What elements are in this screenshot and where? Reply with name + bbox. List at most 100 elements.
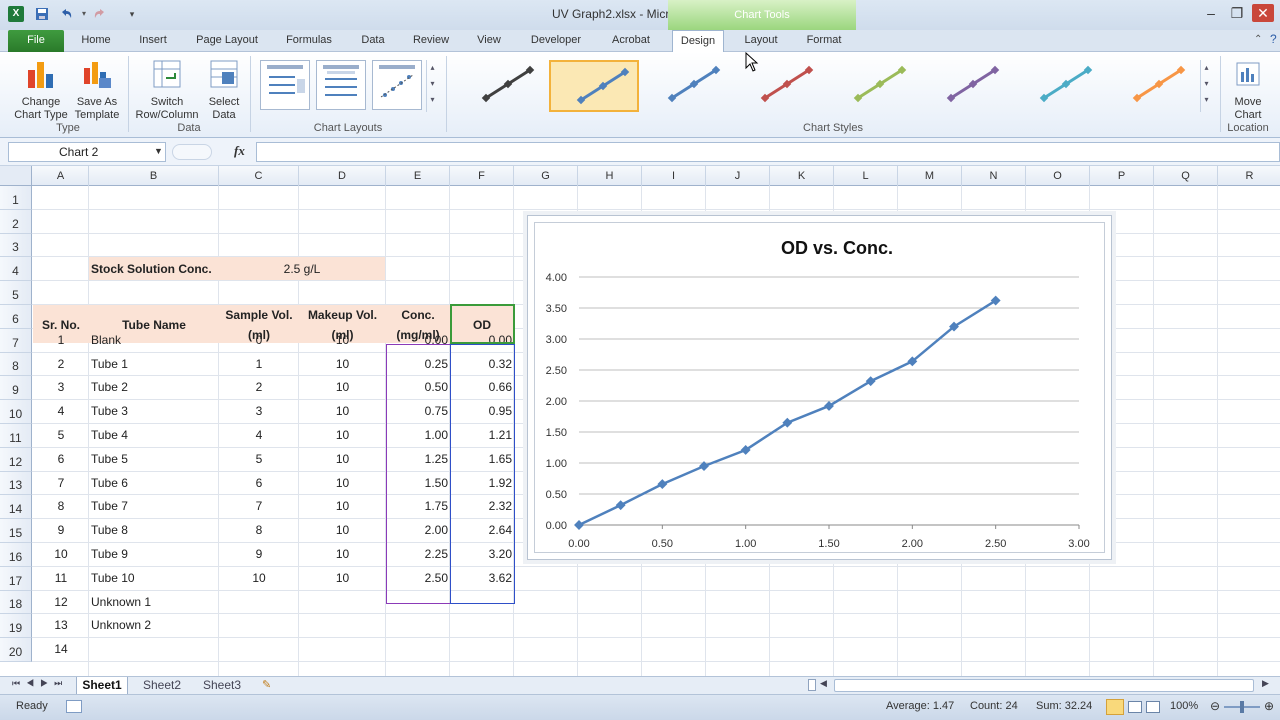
cell-makeup-vol[interactable]: 10	[299, 476, 386, 490]
cell-tube-name[interactable]: Tube 5	[91, 452, 219, 466]
zoom-in-icon[interactable]: ⊕	[1264, 699, 1274, 713]
y-tick-label: 4.00	[546, 272, 567, 284]
y-tick-label: 1.50	[546, 427, 567, 439]
cell-tube-name[interactable]: Tube 6	[91, 476, 219, 490]
cell-sr-no[interactable]: 10	[33, 547, 89, 561]
y-tick-label: 2.00	[546, 396, 567, 408]
zoom-slider-thumb[interactable]	[1240, 701, 1244, 713]
cell-tube-name[interactable]: Tube 10	[91, 571, 219, 585]
insert-sheet-icon[interactable]: ✎	[262, 678, 271, 691]
cell-tube-name[interactable]: Blank	[91, 333, 219, 347]
chart-object[interactable]: OD vs. Conc. 0.00 0.50 1.00 1.50 2.00 2.50 3.00…	[527, 215, 1112, 560]
x-tick-label: 1.50	[818, 538, 839, 550]
y-tick-label: 1.00	[546, 458, 567, 470]
cell-sr-no[interactable]: 2	[33, 357, 89, 371]
cell-sr-no[interactable]: 8	[33, 499, 89, 513]
status-bar: Ready Average: 1.47 Count: 24 Sum: 32.24…	[0, 694, 1280, 720]
normal-view-icon[interactable]	[1106, 699, 1124, 715]
cell-sample-vol[interactable]: 4	[219, 428, 299, 442]
cell-sr-no[interactable]: 5	[33, 428, 89, 442]
header-sr-no[interactable]: Sr. No.	[33, 318, 89, 332]
zoom-out-icon[interactable]: ⊖	[1210, 699, 1220, 713]
cell-makeup-vol[interactable]: 10	[299, 333, 386, 347]
x-tick-label: 1.00	[735, 538, 756, 550]
page-break-preview-icon[interactable]	[1146, 701, 1160, 713]
cell-tube-name[interactable]: Tube 7	[91, 499, 219, 513]
cell-sr-no[interactable]: 9	[33, 523, 89, 537]
y-tick-label: 3.50	[546, 303, 567, 315]
cell-makeup-vol[interactable]: 10	[299, 404, 386, 418]
chart-area[interactable]: OD vs. Conc. 0.00 0.50 1.00 1.50 2.00 2.50 3.00…	[534, 222, 1105, 553]
x-tick-label: 2.50	[985, 538, 1006, 550]
cell-sample-vol[interactable]: 6	[219, 476, 299, 490]
cell-sample-vol[interactable]: 5	[219, 452, 299, 466]
series-name-range-highlight	[450, 304, 515, 344]
cell-sample-vol[interactable]: 10	[219, 571, 299, 585]
x-tick-label: 0.00	[568, 538, 589, 550]
cell-sr-no[interactable]: 14	[33, 642, 89, 656]
stock-solution-label[interactable]: Stock Solution Conc.	[91, 262, 212, 276]
y-tick-label: 0.50	[546, 489, 567, 501]
cell-tube-name[interactable]: Tube 4	[91, 428, 219, 442]
scroll-right-icon[interactable]: ▶	[1262, 678, 1269, 689]
sheet-tab-sheet1[interactable]: Sheet1	[76, 677, 128, 694]
cell-makeup-vol[interactable]: 10	[299, 380, 386, 394]
x-tick-label: 3.00	[1068, 538, 1089, 550]
header-conc[interactable]: Conc.	[386, 308, 450, 322]
header-makeup-vol[interactable]: Makeup Vol.	[299, 308, 386, 322]
cell-sample-vol[interactable]: 8	[219, 523, 299, 537]
cell-sr-no[interactable]: 13	[33, 618, 89, 632]
cell-sample-vol[interactable]: 2	[219, 380, 299, 394]
chart-title[interactable]: OD vs. Conc.	[781, 238, 893, 258]
cell-sample-vol[interactable]: 3	[219, 404, 299, 418]
cell-sample-vol[interactable]: 9	[219, 547, 299, 561]
status-average: Average: 1.47	[886, 700, 955, 712]
cell-sr-no[interactable]: 11	[33, 571, 89, 585]
cell-sample-vol[interactable]: 7	[219, 499, 299, 513]
sheet-nav-icon[interactable]: ⏮◀▶⏭	[12, 678, 68, 689]
cell-sample-vol[interactable]: 1	[219, 357, 299, 371]
sheet-tab-bar: ⏮◀▶⏭ Sheet1 Sheet2 Sheet3 ✎ ◀ ▶	[0, 676, 1280, 694]
cell-makeup-vol[interactable]: 10	[299, 523, 386, 537]
cell-makeup-vol[interactable]: 10	[299, 357, 386, 371]
sheet-tab-sheet2[interactable]: Sheet2	[136, 677, 188, 694]
cell-sr-no[interactable]: 3	[33, 380, 89, 394]
cell-tube-name[interactable]: Tube 1	[91, 357, 219, 371]
cell-sr-no[interactable]: 6	[33, 452, 89, 466]
cell-makeup-vol[interactable]: 10	[299, 452, 386, 466]
data-point-marker[interactable]	[657, 479, 668, 490]
cell-sr-no[interactable]: 1	[33, 333, 89, 347]
series-line[interactable]	[578, 299, 997, 527]
sheet-tab-sheet3[interactable]: Sheet3	[196, 677, 248, 694]
x-values-range-highlight	[386, 344, 451, 604]
cell-makeup-vol[interactable]: 10	[299, 428, 386, 442]
cell-sr-no[interactable]: 12	[33, 595, 89, 609]
page-layout-view-icon[interactable]	[1128, 701, 1142, 713]
cell-tube-name[interactable]: Unknown 2	[91, 618, 219, 632]
scroll-left-icon[interactable]: ◀	[820, 678, 827, 689]
cell-tube-name[interactable]: Tube 9	[91, 547, 219, 561]
data-point-marker[interactable]	[574, 520, 584, 530]
cell-sr-no[interactable]: 4	[33, 404, 89, 418]
cell-makeup-vol[interactable]: 10	[299, 547, 386, 561]
cell-sr-no[interactable]: 7	[33, 476, 89, 490]
x-tick-label: 2.00	[902, 538, 923, 550]
cell-sample-vol[interactable]: 0	[219, 333, 299, 347]
stock-solution-value[interactable]: 2.5 g/L	[219, 262, 385, 276]
status-ready: Ready	[16, 700, 48, 712]
cell-tube-name[interactable]: Unknown 1	[91, 595, 219, 609]
x-tick-label: 0.50	[652, 538, 673, 550]
horizontal-scrollbar[interactable]	[834, 679, 1254, 692]
zoom-level[interactable]: 100%	[1170, 700, 1198, 712]
macro-record-icon[interactable]	[66, 700, 82, 713]
cell-tube-name[interactable]: Tube 8	[91, 523, 219, 537]
header-tube-name[interactable]: Tube Name	[89, 318, 219, 332]
cell-makeup-vol[interactable]: 10	[299, 499, 386, 513]
cell-tube-name[interactable]: Tube 3	[91, 404, 219, 418]
cell-tube-name[interactable]: Tube 2	[91, 380, 219, 394]
cell-makeup-vol[interactable]: 10	[299, 571, 386, 585]
status-count: Count: 24	[970, 700, 1018, 712]
data-point-marker[interactable]	[615, 500, 626, 511]
header-sample-vol[interactable]: Sample Vol.	[219, 308, 299, 322]
tab-split-handle[interactable]	[808, 679, 816, 691]
